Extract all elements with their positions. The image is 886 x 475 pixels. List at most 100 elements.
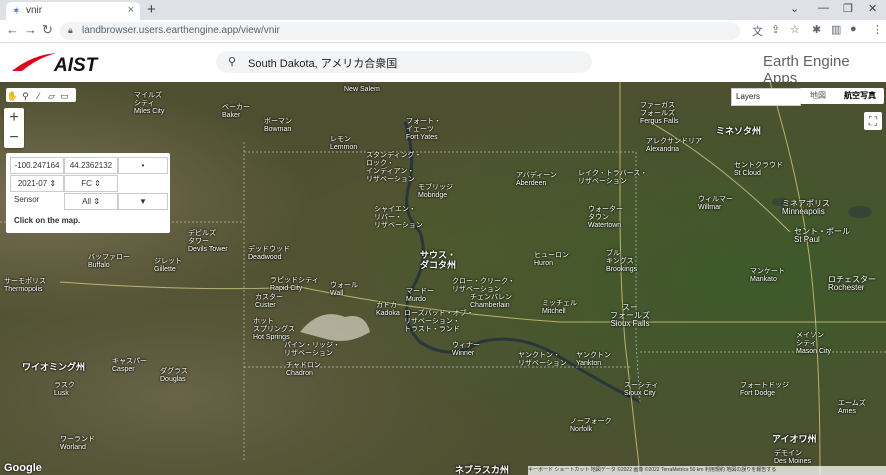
label-murdo: マードー Murdo [406, 288, 434, 303]
date-value: 2021-07 [17, 179, 48, 188]
translate-icon[interactable]: 文 [752, 23, 763, 39]
sidepanel-icon[interactable]: ▥ [831, 23, 841, 36]
fullscreen-icon[interactable]: ⛶ [864, 112, 882, 130]
label-chamberlain: チェンバレン Chamberlain [470, 294, 512, 309]
location-search-box[interactable]: ⚲ South Dakota, アメリカ合衆国 [216, 51, 592, 73]
label-crow-creek-res: クロー・クリーク・ リザベーション [452, 278, 515, 293]
hand-pan-icon[interactable]: ✋ [6, 89, 19, 103]
kebab-menu-icon[interactable]: ⋮ [872, 23, 883, 36]
address-bar[interactable]: 🔒︎ landbrowser.users.earthengine.app/vie… [60, 22, 740, 40]
composite-value: FC [81, 179, 92, 188]
label-rochester: ロチェスター Rochester [828, 275, 876, 292]
share-icon[interactable]: ⇪ [771, 23, 780, 36]
profile-avatar-icon[interactable]: ● [850, 23, 857, 35]
label-yankton: ヤンクトン Yankton [576, 352, 611, 367]
label-wall: ウォール Wall [330, 282, 358, 297]
sensor-select[interactable]: All ⇕ [64, 193, 118, 210]
line-draw-icon[interactable]: ∕ [32, 89, 45, 103]
label-st-cloud: セントクラウド St Cloud [734, 162, 783, 177]
polygon-draw-icon[interactable]: ▱ [45, 89, 58, 103]
maximize-button[interactable]: ❐ [843, 2, 853, 15]
extensions-icon[interactable]: ✱ [812, 23, 821, 36]
map-type-toggle: 地図 航空写真 [800, 88, 884, 104]
label-worland: ワーランド Worland [60, 436, 95, 451]
forward-arrow-icon[interactable]: → [24, 22, 37, 37]
label-baker: ベーカー Baker [222, 104, 250, 119]
label-pine-ridge-res: パイン・リッジ・ リザベーション [284, 342, 340, 357]
label-norfolk: ノーフォーク Norfolk [570, 418, 612, 433]
point-query-panel: -100.247164 44.2362132 • 2021-07 ⇕ FC ⇕ … [6, 153, 170, 233]
earth-engine-favicon-icon: ✶ [12, 6, 21, 17]
label-yankton-res: ヤンクトン・ リザベーション [518, 352, 567, 367]
layers-select[interactable]: Layers [731, 88, 801, 106]
instruction-text: Click on the map. [14, 216, 81, 225]
sensor-dropdown-button[interactable]: ▼ [118, 193, 168, 210]
label-nebraska: ネブラスカ州 [455, 465, 509, 475]
search-input[interactable]: South Dakota, アメリカ合衆国 [248, 55, 397, 71]
aist-logo-text: AIST [53, 55, 99, 75]
label-iowa: アイオワ州 [772, 434, 817, 444]
composite-select[interactable]: FC ⇕ [64, 175, 118, 192]
label-alexandria: アレクサンドリア Alexandria [646, 138, 702, 153]
back-arrow-icon[interactable]: ← [6, 22, 19, 37]
drawing-tools: ✋ ⚲ ∕ ▱ ▭ [6, 88, 76, 102]
label-buffalo: バッファロー Buffalo [88, 254, 130, 269]
label-fergus-falls: ファーガス フォールズ Fergus Falls [640, 102, 679, 125]
longitude-field[interactable]: -100.247164 [10, 157, 64, 174]
label-rapid-city: ラピッドシティ Rapid City [270, 277, 319, 292]
label-wyoming: ワイオミング州 [22, 362, 86, 372]
label-bowman: ボーマン Bowman [264, 118, 292, 133]
tab-title: vnir [26, 5, 43, 16]
label-lusk: ラスク Lusk [54, 382, 75, 397]
zoom-out-button[interactable]: − [4, 128, 24, 148]
label-hot-springs: ホット スプリングス Hot Springs [253, 318, 295, 341]
spinner-icon: ⇕ [49, 179, 57, 188]
label-willmar: ウィルマー Willmar [698, 196, 733, 211]
chevron-down-icon[interactable]: ⌄ [790, 2, 799, 15]
map-attribution[interactable]: キーボード ショートカット 地図データ ©2022 画像 ©2022 Terra… [528, 466, 886, 475]
label-deadwood: デッドウッド Deadwood [248, 246, 290, 261]
point-marker-icon[interactable]: ⚲ [19, 89, 32, 103]
spinner-icon: ⇕ [94, 179, 101, 188]
label-winner: ウィナー Winner [452, 342, 480, 357]
get-point-button[interactable]: • [118, 157, 168, 174]
tab-close-icon[interactable]: × [128, 4, 134, 16]
label-cheyenne-river-res: シャイエン・ リバー・ リザベーション [374, 206, 423, 229]
label-huron: ヒューロン Huron [534, 252, 569, 267]
bookmark-star-icon[interactable]: ☆ [790, 23, 800, 36]
label-minnesota: ミネソタ州 [716, 126, 762, 136]
rectangle-draw-icon[interactable]: ▭ [58, 89, 71, 103]
label-des-moines: デモイン Des Moines [774, 450, 811, 465]
label-ames: エームズ Ames [838, 400, 866, 415]
map-type-roadmap-button[interactable]: 地図 [800, 88, 836, 104]
date-select[interactable]: 2021-07 ⇕ [10, 175, 64, 192]
label-lake-traverse-res: レイク・トラバース・ リザベーション [578, 170, 648, 185]
label-miles-city: マイルズ シティ Miles City [134, 92, 165, 115]
label-standing-rock-res: スタンディング・ ロック・ インディアン・ リザベーション [366, 152, 422, 183]
minimize-button[interactable]: — [818, 2, 829, 14]
map-type-satellite-button[interactable]: 航空写真 [836, 88, 884, 104]
label-rosebud-res: ローズバッド・オブ・ リザベーション・ トラスト・ランド [404, 310, 474, 333]
label-devils-tower: デビルズ タワー Devils Tower [188, 230, 228, 253]
satellite-map[interactable]: サウス・ ダコタ州 ミネソタ州 ワイオミング州 アイオワ州 ネブラスカ州 ミネア… [0, 82, 886, 475]
label-fort-dodge: フォートドッジ Fort Dodge [740, 382, 789, 397]
label-mitchell: ミッチェル Mitchell [542, 300, 577, 315]
label-douglas: ダグラス Douglas [160, 368, 188, 383]
label-stpaul: セント・ポール St Paul [794, 227, 850, 244]
label-mason-city: メイソン シティ Mason City [796, 332, 832, 355]
label-custer: カスター Custer [255, 294, 283, 309]
label-mankato: マンケート Mankato [750, 268, 785, 283]
label-sioux-city: スーシティ Sioux City [624, 382, 659, 397]
latitude-field[interactable]: 44.2362132 [64, 157, 118, 174]
label-lemmon: レモン Lemmon [330, 136, 358, 151]
search-icon[interactable]: ⚲ [228, 55, 236, 68]
app-header: AIST ⚲ South Dakota, アメリカ合衆国 Earth Engin… [0, 43, 886, 87]
reload-icon[interactable]: ↻ [42, 22, 53, 38]
label-new-salem: New Salem [344, 86, 380, 93]
url-text: landbrowser.users.earthengine.app/view/v… [82, 25, 280, 36]
close-window-button[interactable]: ✕ [868, 2, 877, 15]
new-tab-button[interactable]: + [147, 1, 156, 18]
label-thermopolis: サーモポリス Thermopolis [4, 278, 46, 293]
zoom-in-button[interactable]: + [4, 108, 24, 128]
browser-tab[interactable]: ✶ vnir × [6, 2, 140, 20]
